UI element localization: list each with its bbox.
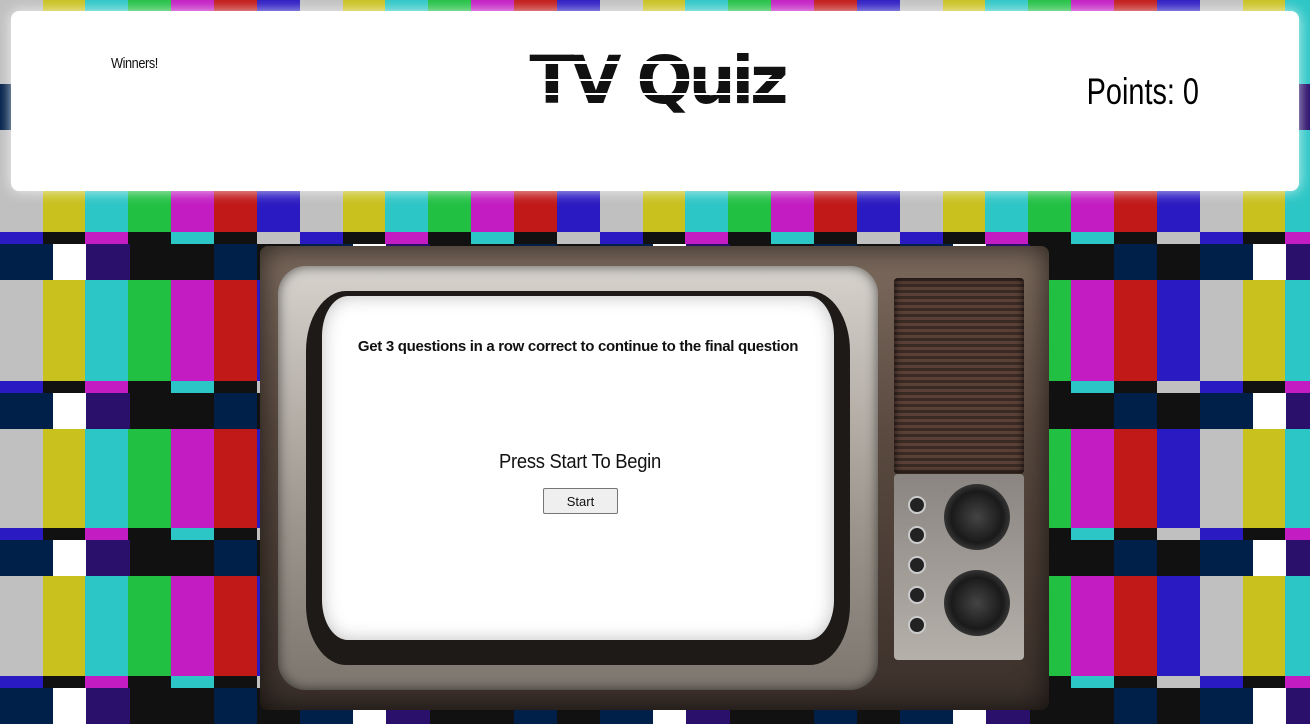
tv-quiz-logo: TV Quiz <box>497 42 817 115</box>
tv-knob <box>908 616 926 634</box>
tv-knob <box>908 586 926 604</box>
tv-control-panel <box>894 474 1024 660</box>
tv-knob <box>908 526 926 544</box>
tv-knob <box>908 556 926 574</box>
start-prompt: Press Start To Begin <box>499 451 661 473</box>
svg-text:TV Quiz: TV Quiz <box>529 42 786 115</box>
points-display: Points: 0 <box>1086 71 1199 112</box>
tv-speaker-grille <box>894 278 1024 474</box>
tv-tuning-dial <box>944 570 1010 636</box>
header: Winners! TV Quiz Points: 0 <box>11 11 1299 191</box>
quiz-rules-text: Get 3 questions in a row correct to cont… <box>357 338 799 355</box>
winners-link[interactable]: Winners! <box>111 55 158 72</box>
start-button[interactable]: Start <box>543 488 618 514</box>
tv-channel-dial <box>944 484 1010 550</box>
tv-knob <box>908 496 926 514</box>
color-bars-band <box>0 232 1310 244</box>
